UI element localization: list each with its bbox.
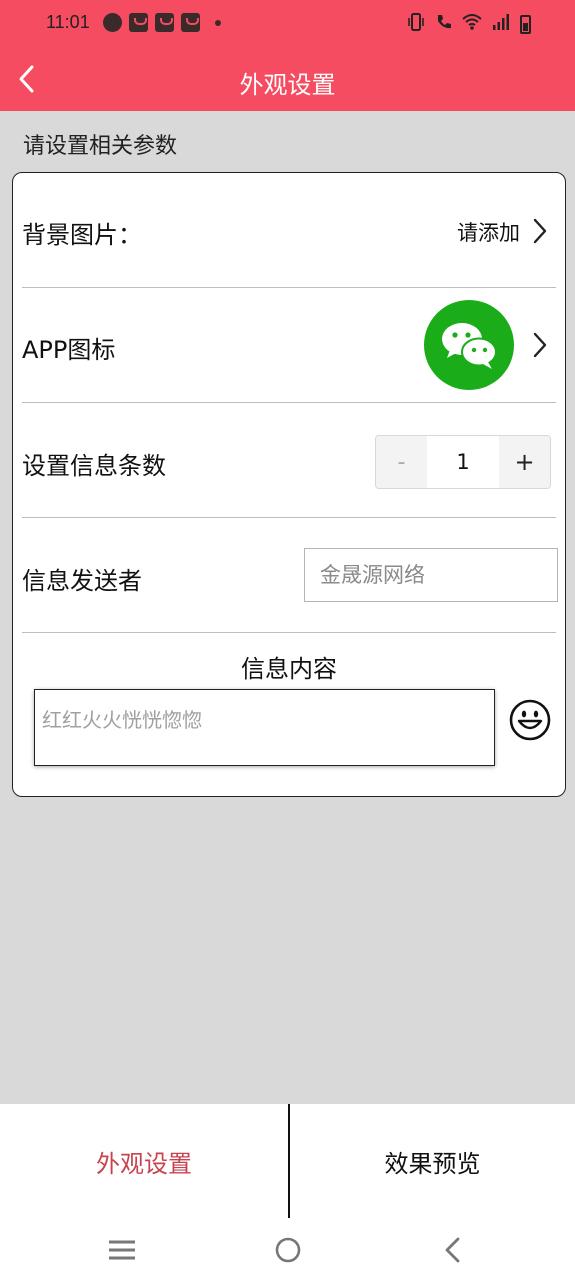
vibrate-icon: [406, 13, 426, 35]
bottom-tab-bar: 外观设置 效果预览: [0, 1104, 575, 1218]
message-count-value[interactable]: 1: [427, 436, 499, 488]
settings-card: 背景图片： 请添加 APP图标 设置信息条数 - 1 + 信息发送者 金晟源网络…: [12, 172, 566, 797]
app-icon-label: APP图标: [22, 336, 116, 364]
shopping-bag-icon: [129, 13, 148, 32]
message-count-stepper: - 1 +: [375, 435, 551, 489]
menu-icon[interactable]: [106, 1234, 138, 1266]
smiley-face-icon[interactable]: [509, 699, 551, 741]
divider: [22, 632, 556, 633]
wifi-icon: [462, 13, 482, 35]
page-title: 外观设置: [239, 71, 336, 99]
dot-icon: [215, 19, 221, 26]
message-content-input[interactable]: [34, 689, 495, 766]
message-count-row: 设置信息条数 - 1 +: [22, 403, 556, 517]
background-image-row[interactable]: 背景图片： 请添加: [22, 173, 556, 287]
background-image-label: 背景图片：: [22, 221, 142, 249]
app-icon-row[interactable]: APP图标: [22, 288, 556, 402]
sender-row: 信息发送者: [22, 518, 558, 632]
increment-button[interactable]: +: [499, 436, 550, 488]
sender-input[interactable]: [304, 548, 558, 602]
notification-icons: [103, 13, 221, 32]
system-icons: [406, 13, 531, 35]
home-circle-icon[interactable]: [272, 1234, 304, 1266]
shopping-bag-icon: [181, 13, 200, 32]
system-nav-bar: [0, 1218, 575, 1280]
app-header: 外观设置: [0, 48, 575, 111]
status-time: 11:01: [46, 12, 90, 32]
shopping-bag-icon: [155, 13, 174, 32]
status-bar: 11:01: [0, 0, 575, 48]
chevron-right-icon[interactable]: [530, 216, 550, 246]
signal-icon: [491, 13, 511, 35]
wifi-call-icon: [435, 13, 453, 35]
section-hint: 请设置相关参数: [23, 134, 178, 159]
decrement-button[interactable]: -: [376, 436, 427, 488]
clock-badge-icon: [103, 13, 122, 32]
chevron-right-icon[interactable]: [530, 330, 550, 360]
add-background-text[interactable]: 请添加: [457, 217, 520, 247]
battery-icon: [520, 14, 531, 34]
message-content-title: 信息内容: [241, 655, 337, 683]
sender-label: 信息发送者: [22, 567, 142, 595]
tab-effect-preview[interactable]: 效果预览: [290, 1104, 575, 1218]
wechat-icon[interactable]: [424, 300, 514, 390]
tab-appearance-settings[interactable]: 外观设置: [0, 1104, 288, 1218]
back-icon[interactable]: [438, 1234, 470, 1266]
message-count-label: 设置信息条数: [22, 452, 166, 480]
